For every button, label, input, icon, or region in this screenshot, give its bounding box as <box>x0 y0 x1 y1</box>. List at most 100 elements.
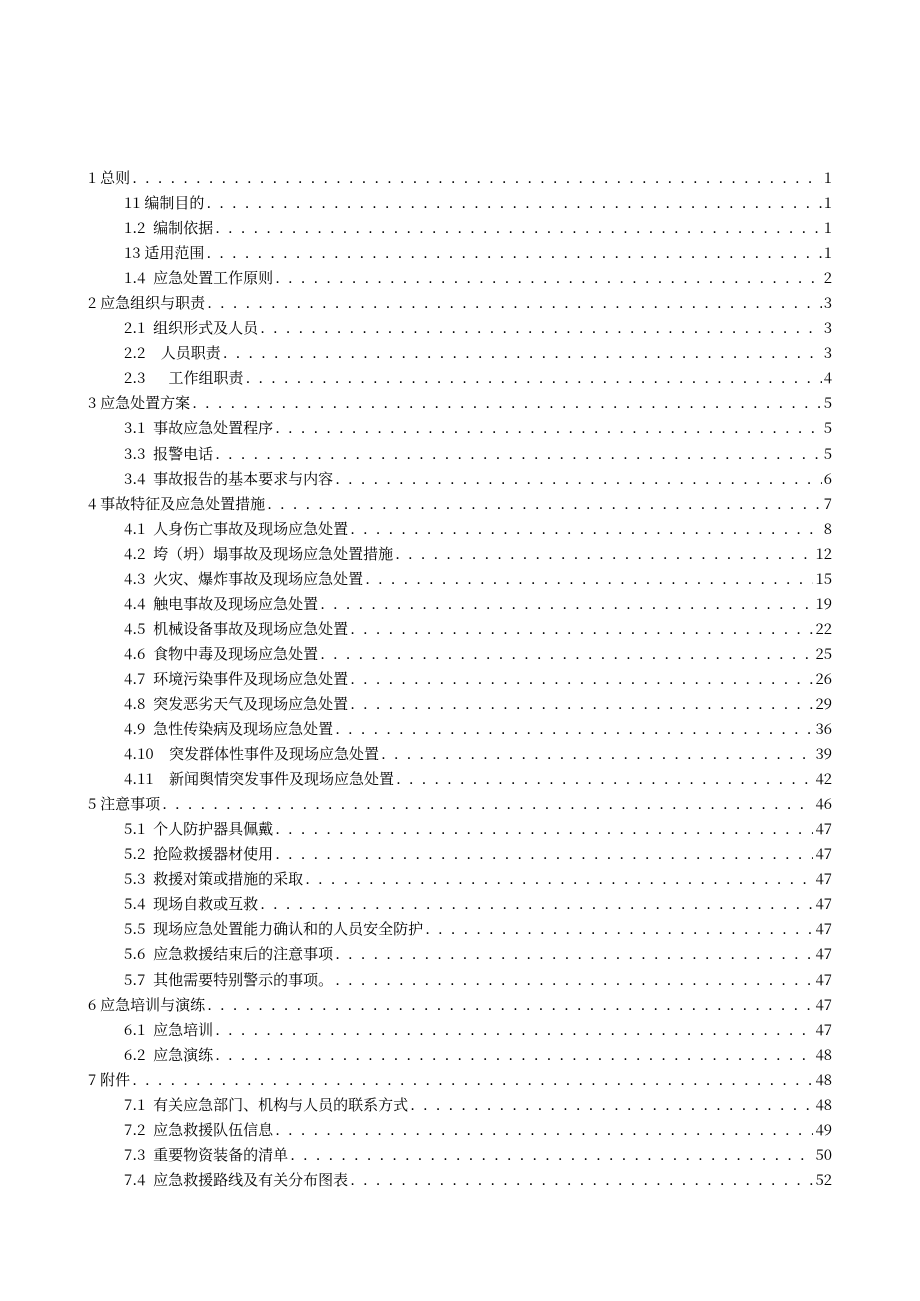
toc-number: 5.7 <box>124 967 145 992</box>
toc-number: 6.1 <box>124 1017 145 1042</box>
toc-title: 报警电话 <box>153 441 213 466</box>
toc-entry: 7.1 有关应急部门、机构与人员的联系方式48 <box>88 1092 832 1117</box>
toc-number: 4.4 <box>124 591 145 616</box>
toc-number: 6 <box>88 992 96 1017</box>
toc-entry: 4.3 火灾、爆炸事故及现场应急处置15 <box>88 566 832 591</box>
toc-entry: 5.6 应急救援结束后的注意事项47 <box>88 941 832 966</box>
toc-number: 4.10 <box>124 741 154 766</box>
toc-entry: 4.6 食物中毒及现场应急处置25 <box>88 641 832 666</box>
toc-number: 4.9 <box>124 716 145 741</box>
toc-entry: 4.1 人身伤亡事故及现场应急处置8 <box>88 516 832 541</box>
toc-entry: 7 附件48 <box>88 1067 832 1092</box>
toc-title: 急性传染病及现场应急处置 <box>153 716 333 741</box>
toc-leader-dots <box>206 240 821 265</box>
toc-page-number: 25 <box>815 641 832 666</box>
toc-page-number: 2 <box>824 265 832 290</box>
toc-title: 重要物资装备的清单 <box>153 1142 288 1167</box>
toc-page-number: 6 <box>824 466 832 491</box>
toc-number: 2.1 <box>124 315 145 340</box>
toc-entry: 6 应急培训与演练47 <box>88 992 832 1017</box>
toc-page-number: 47 <box>815 866 832 891</box>
toc-page-number: 7 <box>824 491 832 516</box>
toc-leader-dots <box>275 265 822 290</box>
toc-leader-dots <box>275 415 822 440</box>
toc-number: 1.2 <box>124 215 145 240</box>
toc-leader-dots <box>223 340 822 365</box>
toc-leader-dots <box>215 1017 813 1042</box>
toc-number: 3.1 <box>124 415 145 440</box>
toc-leader-dots <box>290 1142 813 1167</box>
toc-number: 5.1 <box>124 816 145 841</box>
toc-entry: 1 总则1 <box>88 165 832 190</box>
toc-number: 2.3 <box>124 365 145 390</box>
toc-entry: 4.4 触电事故及现场应急处置19 <box>88 591 832 616</box>
toc-gap <box>145 866 153 891</box>
toc-entry: 4.9 急性传染病及现场应急处置36 <box>88 716 832 741</box>
toc-entry: 5.7 其他需要特别警示的事项。47 <box>88 967 832 992</box>
toc-entry: 5.3 救援对策或措施的采取47 <box>88 866 832 891</box>
toc-page-number: 47 <box>815 992 832 1017</box>
toc-leader-dots <box>305 866 813 891</box>
toc-title: 应急救援路线及有关分布图表 <box>153 1167 348 1192</box>
toc-entry: 6.1 应急培训47 <box>88 1017 832 1042</box>
toc-leader-dots <box>335 967 813 992</box>
toc-title: 应急救援结束后的注意事项 <box>153 941 333 966</box>
toc-page-number: 22 <box>815 616 832 641</box>
toc-title: 垮（坍）塌事故及现场应急处置措施 <box>153 541 393 566</box>
toc-page-number: 50 <box>815 1142 832 1167</box>
toc-entry: 3.3 报警电话5 <box>88 441 832 466</box>
toc-leader-dots <box>350 616 813 641</box>
toc-entry: 5 注意事项46 <box>88 791 832 816</box>
toc-leader-dots <box>320 591 813 616</box>
toc-leader-dots <box>215 441 822 466</box>
toc-gap <box>145 1117 153 1142</box>
table-of-contents: 1 总则111 编制目的11.2 编制依据113 适用范围11.4 应急处置工作… <box>88 165 832 1192</box>
toc-entry: 1.2 编制依据1 <box>88 215 832 240</box>
toc-entry: 1.4 应急处置工作原则2 <box>88 265 832 290</box>
toc-page-number: 3 <box>824 315 832 340</box>
toc-leader-dots <box>395 541 813 566</box>
toc-entry: 4.11 新闻舆情突发事件及现场应急处置42 <box>88 766 832 791</box>
toc-gap <box>154 741 169 766</box>
toc-gap <box>145 941 153 966</box>
toc-leader-dots <box>162 791 813 816</box>
toc-gap <box>145 365 168 390</box>
toc-gap <box>145 1142 153 1167</box>
toc-leader-dots <box>335 716 813 741</box>
toc-leader-dots <box>396 766 813 791</box>
toc-title: 环境污染事件及现场应急处置 <box>153 666 348 691</box>
toc-title: 机械设备事故及现场应急处置 <box>153 616 348 641</box>
toc-leader-dots <box>381 741 813 766</box>
toc-title: 工作组职责 <box>168 365 243 390</box>
toc-number: 4.1 <box>124 516 145 541</box>
toc-page-number: 47 <box>815 816 832 841</box>
toc-number: 11 <box>124 190 141 215</box>
toc-gap <box>145 466 153 491</box>
toc-title: 事故应急处置程序 <box>153 415 273 440</box>
toc-title: 应急救援队伍信息 <box>153 1117 273 1142</box>
toc-title: 有关应急部门、机构与人员的联系方式 <box>153 1092 408 1117</box>
toc-entry: 13 适用范围1 <box>88 240 832 265</box>
toc-leader-dots <box>335 941 813 966</box>
toc-number: 5.5 <box>124 916 145 941</box>
toc-number: 4 <box>88 491 96 516</box>
toc-leader-dots <box>350 691 813 716</box>
toc-title: 组织形式及人员 <box>153 315 258 340</box>
toc-entry: 2.1 组织形式及人员 3 <box>88 315 832 340</box>
toc-leader-dots <box>335 466 822 491</box>
toc-number: 5.3 <box>124 866 145 891</box>
toc-page-number: 48 <box>815 1092 832 1117</box>
document-page: 1 总则111 编制目的11.2 编制依据113 适用范围11.4 应急处置工作… <box>0 0 920 1301</box>
toc-page-number: 8 <box>824 516 832 541</box>
toc-entry: 4.8 突发恶劣天气及现场应急处置29 <box>88 691 832 716</box>
toc-title: 抢险救援器材使用 <box>153 841 273 866</box>
toc-gap <box>145 967 153 992</box>
toc-page-number: 5 <box>824 415 832 440</box>
toc-page-number: 42 <box>815 766 832 791</box>
toc-gap <box>145 616 153 641</box>
toc-number: 3 <box>88 390 96 415</box>
toc-leader-dots <box>275 816 813 841</box>
toc-page-number: 26 <box>815 666 832 691</box>
toc-leader-dots <box>215 215 822 240</box>
toc-number: 2.2 <box>124 340 145 365</box>
